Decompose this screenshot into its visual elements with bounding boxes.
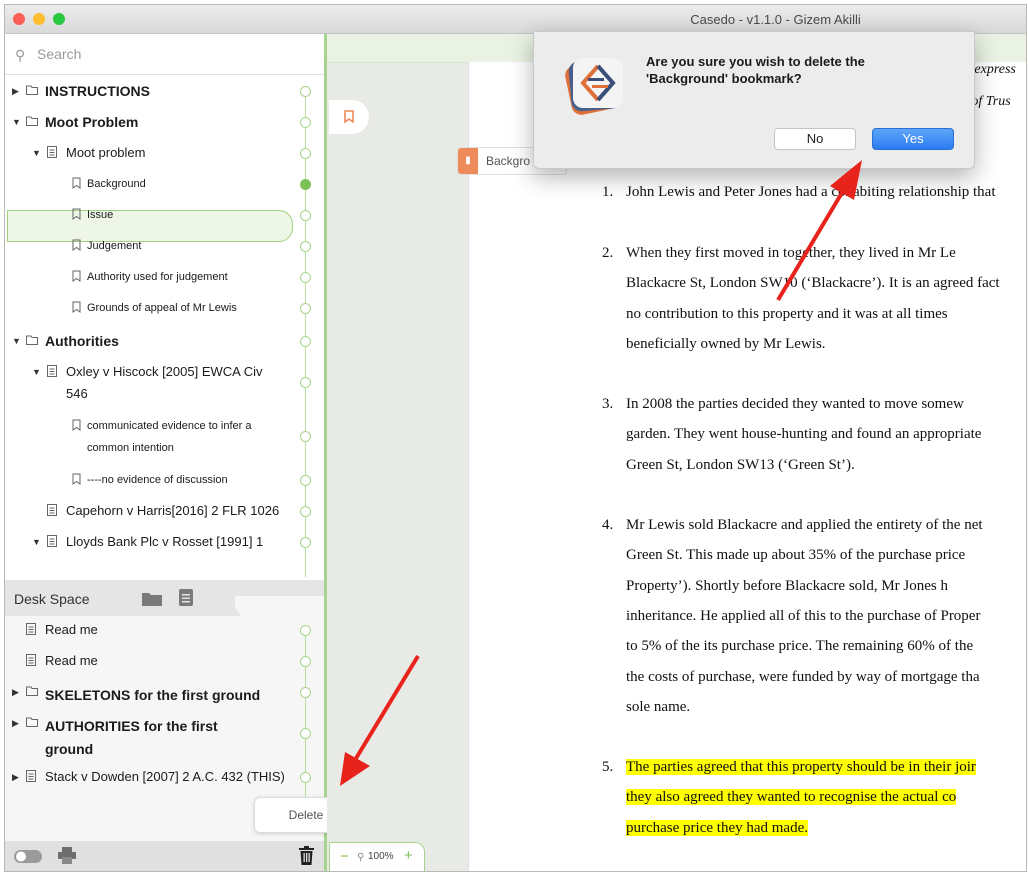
arrow-to-trash-icon (340, 654, 420, 786)
annotation-arrows (340, 160, 862, 786)
arrow-to-yes-button (776, 160, 862, 302)
